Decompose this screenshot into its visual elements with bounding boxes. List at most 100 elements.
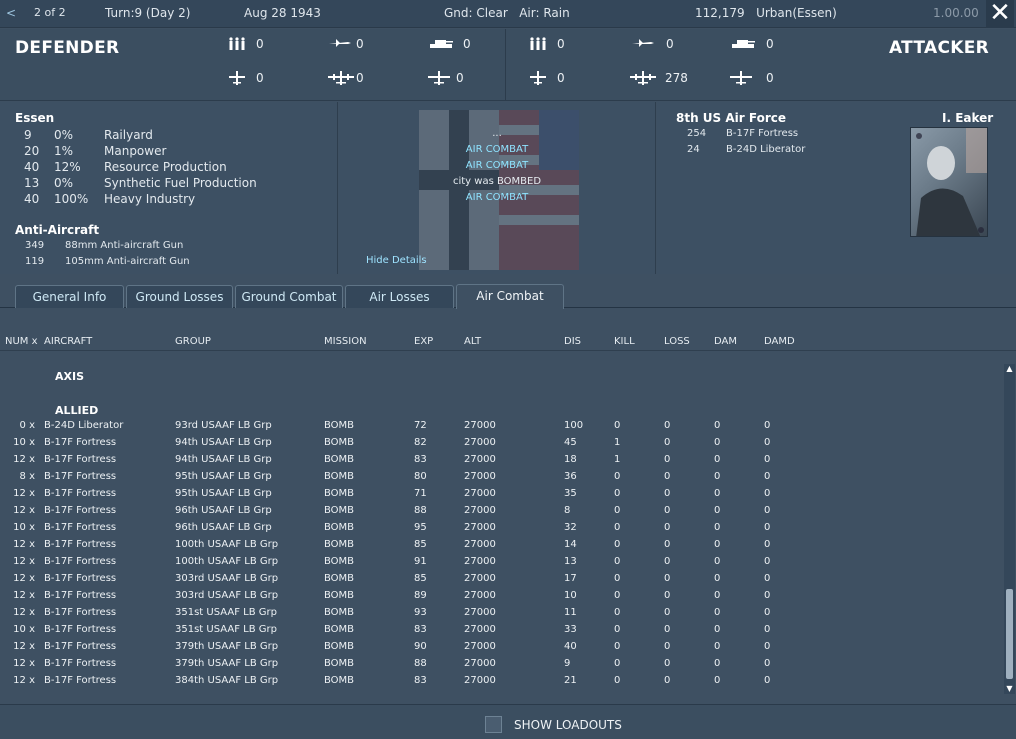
attacker-divebomber: 0 xyxy=(529,71,589,87)
table-cell: 0 xyxy=(614,641,621,652)
column-header[interactable]: AIRCRAFT xyxy=(44,336,92,347)
table-scrollbar[interactable]: ▲ ▼ xyxy=(1004,364,1015,694)
column-header[interactable]: DAM xyxy=(714,336,737,347)
tab-ground-losses[interactable]: Ground Losses xyxy=(126,285,233,308)
aa-count: 119 xyxy=(25,256,45,267)
attacker-infantry-count: 0 xyxy=(557,37,565,51)
attacker-bomber: 278 xyxy=(630,71,700,87)
table-cell: 0 xyxy=(664,522,671,533)
table-row[interactable]: 12 x B-17F Fortress 303rd USAAF LB Grp BOMB… xyxy=(0,590,1000,607)
table-cell: 85 xyxy=(414,573,427,584)
table-cell: 27000 xyxy=(464,556,496,567)
attacker-bomber-count: 278 xyxy=(665,71,688,85)
tank-icon xyxy=(430,40,453,48)
table-cell: 0 xyxy=(614,607,621,618)
column-header[interactable]: ALT xyxy=(464,336,481,347)
tab-air-combat[interactable]: Air Combat xyxy=(456,284,564,309)
table-row[interactable]: 10 x B-17F Fortress 94th USAAF LB Grp BOMB 8… xyxy=(0,437,1000,454)
table-row[interactable]: 10 x B-17F Fortress 96th USAAF LB Grp BOMB 9… xyxy=(0,522,1000,539)
defender-details-panel: Essen 9 0% Railyard 20 1% Manpower 40 12% Resour… xyxy=(0,102,338,274)
table-cell: 72 xyxy=(414,420,427,431)
plane-icon xyxy=(229,71,245,85)
table-cell: B-17F Fortress xyxy=(44,471,117,482)
table-cell: BOMB xyxy=(324,641,355,652)
table-cell: B-17F Fortress xyxy=(44,522,117,533)
close-button[interactable]: ✕ xyxy=(986,0,1014,28)
table-cell: BOMB xyxy=(324,590,355,601)
location-label: 112,179 Urban(Essen) xyxy=(695,6,837,20)
table-cell: 35 xyxy=(564,488,577,499)
show-loadouts-label[interactable]: SHOW LOADOUTS xyxy=(514,718,622,732)
table-row[interactable]: 8 x B-17F Fortress 95th USAAF LB Grp BOMB 80… xyxy=(0,471,1000,488)
table-row[interactable]: 12 x B-17F Fortress 95th USAAF LB Grp BOMB 7… xyxy=(0,488,1000,505)
air-combat-table: AXIS ALLIED 0 x B-24D Liberator 93rd USAAF… xyxy=(0,352,1000,702)
column-header[interactable]: DIS xyxy=(564,336,581,347)
target-percent: 0% xyxy=(54,176,74,190)
table-row[interactable]: 12 x B-17F Fortress 351st USAAF LB Grp BOMB… xyxy=(0,607,1000,624)
table-row[interactable]: 12 x B-17F Fortress 384th USAAF LB Grp BOMB… xyxy=(0,675,1000,692)
table-cell: 95 xyxy=(414,522,427,533)
event-entry[interactable]: AIR COMBAT xyxy=(339,144,655,155)
turn-label: Turn:9 (Day 2) xyxy=(105,6,191,20)
table-row[interactable]: 12 x B-17F Fortress 94th USAAF LB Grp BOMB 8… xyxy=(0,454,1000,471)
column-header[interactable]: EXP xyxy=(414,336,433,347)
column-header[interactable]: LOSS xyxy=(664,336,690,347)
table-row[interactable]: 12 x B-17F Fortress 379th USAAF LB Grp BOMB… xyxy=(0,658,1000,675)
column-header[interactable]: KILL xyxy=(614,336,635,347)
table-cell: 8 x xyxy=(19,471,35,482)
defender-tank-count: 0 xyxy=(463,37,471,51)
table-row[interactable]: 12 x B-17F Fortress 379th USAAF LB Grp BOMB… xyxy=(0,641,1000,658)
table-cell: B-17F Fortress xyxy=(44,539,117,550)
back-button[interactable]: < xyxy=(6,6,16,20)
table-cell: 96th USAAF LB Grp xyxy=(175,505,272,516)
table-cell: BOMB xyxy=(324,488,355,499)
table-cell: 0 xyxy=(764,505,771,516)
table-cell: 0 xyxy=(614,539,621,550)
table-cell: 89 xyxy=(414,590,427,601)
table-cell: 83 xyxy=(414,624,427,635)
table-cell: 0 xyxy=(614,556,621,567)
infantry-icon xyxy=(530,37,546,50)
commander-portrait[interactable] xyxy=(910,127,988,237)
table-cell: 0 xyxy=(764,556,771,567)
table-cell: 12 x xyxy=(13,675,35,686)
table-cell: 0 xyxy=(764,658,771,669)
table-row[interactable]: 12 x B-17F Fortress 100th USAAF LB Grp BOMB… xyxy=(0,556,1000,573)
show-loadouts-checkbox[interactable] xyxy=(485,716,502,733)
column-header[interactable]: MISSION xyxy=(324,336,367,347)
column-header[interactable]: NUM x xyxy=(5,336,38,347)
table-cell: 0 xyxy=(764,675,771,686)
table-cell: BOMB xyxy=(324,454,355,465)
hide-details-link[interactable]: Hide Details xyxy=(366,255,427,266)
column-header[interactable]: GROUP xyxy=(175,336,211,347)
scroll-down-icon[interactable]: ▼ xyxy=(1004,684,1015,694)
table-cell: 303rd USAAF LB Grp xyxy=(175,590,279,601)
table-cell: 0 xyxy=(664,641,671,652)
aa-name: 105mm Anti-aircraft Gun xyxy=(65,256,190,267)
table-cell: 27000 xyxy=(464,573,496,584)
combat-header: DEFENDER ATTACKER 0 0 0 0 0 0 0 0 0 0 27… xyxy=(0,29,1016,101)
table-cell: 27000 xyxy=(464,522,496,533)
scroll-thumb[interactable] xyxy=(1006,589,1013,679)
table-cell: 21 xyxy=(564,675,577,686)
target-count: 40 xyxy=(24,192,40,206)
table-row[interactable]: 10 x B-17F Fortress 351st USAAF LB Grp BOMB… xyxy=(0,624,1000,641)
table-cell: B-17F Fortress xyxy=(44,556,117,567)
attacker-divebomber-count: 0 xyxy=(557,71,565,85)
tab-general-info[interactable]: General Info xyxy=(15,285,124,308)
table-row[interactable]: 12 x B-17F Fortress 303rd USAAF LB Grp BOMB… xyxy=(0,573,1000,590)
column-header[interactable]: DAMD xyxy=(764,336,795,347)
table-row[interactable]: 0 x B-24D Liberator 93rd USAAF LB Grp BOMB 7… xyxy=(0,420,1000,437)
event-entry[interactable]: AIR COMBAT xyxy=(339,192,655,203)
event-entry[interactable]: AIR COMBAT xyxy=(339,160,655,171)
table-cell: BOMB xyxy=(324,675,355,686)
table-cell: 94th USAAF LB Grp xyxy=(175,454,272,465)
tab-ground-combat[interactable]: Ground Combat xyxy=(235,285,343,308)
scroll-up-icon[interactable]: ▲ xyxy=(1004,364,1015,374)
plane-icon xyxy=(428,71,450,85)
table-row[interactable]: 12 x B-17F Fortress 100th USAAF LB Grp BOMB… xyxy=(0,539,1000,556)
table-cell: 0 xyxy=(714,522,721,533)
table-row[interactable]: 12 x B-17F Fortress 96th USAAF LB Grp BOMB 8… xyxy=(0,505,1000,522)
target-percent: 100% xyxy=(54,192,89,206)
tab-air-losses[interactable]: Air Losses xyxy=(345,285,454,308)
